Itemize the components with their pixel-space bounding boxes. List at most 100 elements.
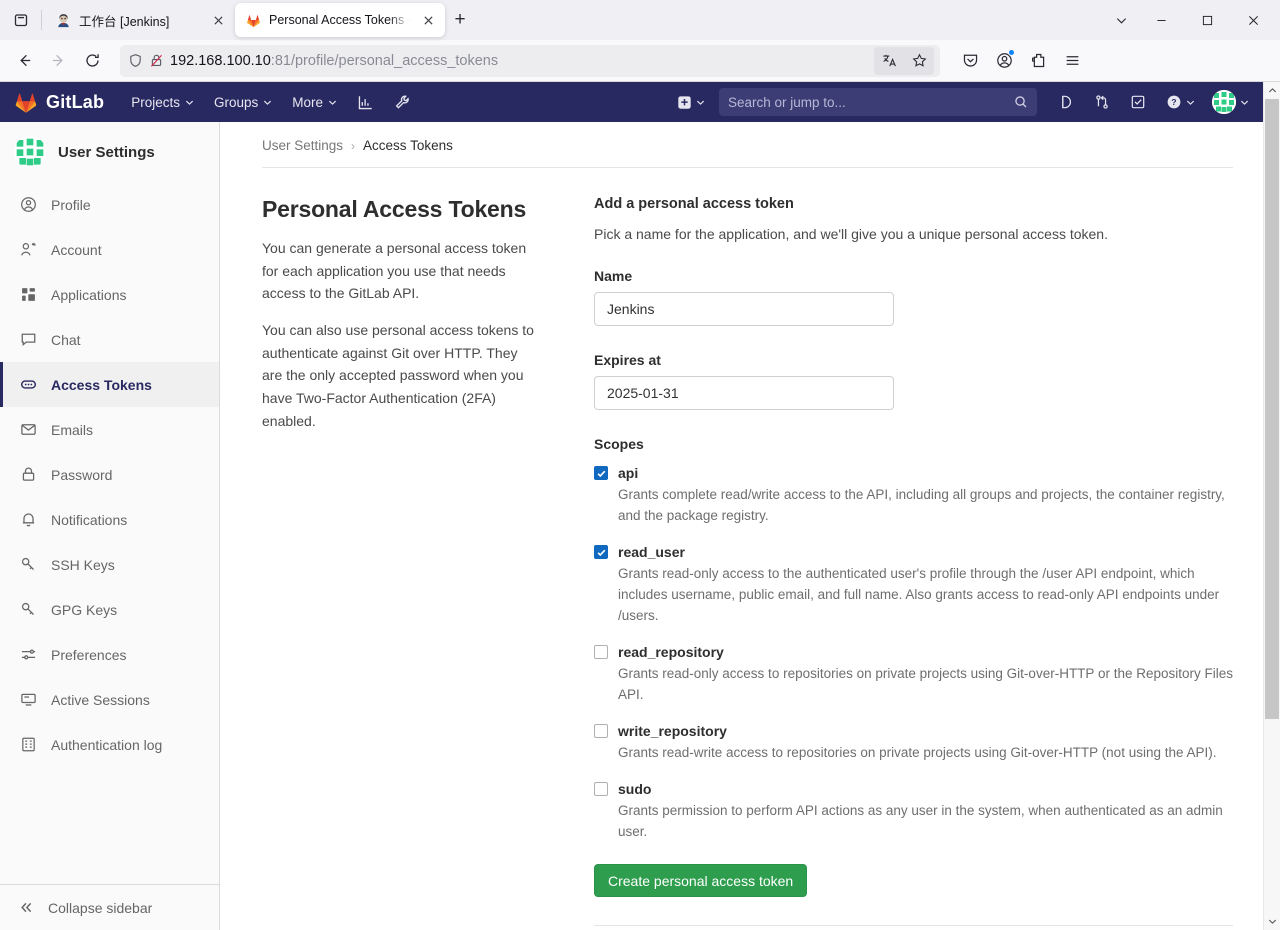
create-personal-access-token-button[interactable]: Create personal access token bbox=[594, 864, 807, 897]
scope-checkbox-api[interactable] bbox=[594, 466, 608, 480]
browser-window: 工作台 [Jenkins] Personal Access Tokens · U… bbox=[0, 0, 1280, 930]
sidebar-item-ssh-keys[interactable]: SSH Keys bbox=[0, 542, 219, 587]
sidebar-item-chat[interactable]: Chat bbox=[0, 317, 219, 362]
scrollbar-thumb[interactable] bbox=[1265, 99, 1279, 719]
gitlab-body: User Settings Profile bbox=[0, 122, 1263, 930]
reload-button[interactable] bbox=[76, 45, 108, 77]
sidebar-item-authentication-log[interactable]: Authentication log bbox=[0, 722, 219, 767]
new-dropdown-button[interactable] bbox=[669, 89, 713, 116]
nav-more[interactable]: More bbox=[283, 86, 346, 119]
collapse-sidebar-button[interactable]: Collapse sidebar bbox=[0, 884, 219, 930]
scroll-down-icon[interactable] bbox=[1264, 913, 1280, 930]
breadcrumb-current[interactable]: Access Tokens bbox=[363, 138, 453, 153]
scope-name: read_user bbox=[618, 544, 685, 560]
scope-checkbox-read-user[interactable] bbox=[594, 545, 608, 559]
tab-gitlab-access-tokens[interactable]: Personal Access Tokens · Use bbox=[235, 3, 445, 37]
gitlab-home-link[interactable]: GitLab bbox=[10, 90, 114, 114]
merge-requests-icon[interactable] bbox=[1085, 87, 1119, 117]
shield-icon[interactable] bbox=[128, 53, 143, 68]
url-text: 192.168.100.10:81/profile/personal_acces… bbox=[170, 53, 868, 69]
list-all-tabs-icon[interactable] bbox=[4, 3, 38, 37]
translate-icon[interactable] bbox=[875, 48, 903, 74]
breadcrumb-parent[interactable]: User Settings bbox=[262, 138, 343, 153]
back-button[interactable] bbox=[8, 45, 40, 77]
description-column: Personal Access Tokens You can generate … bbox=[262, 196, 534, 926]
address-bar[interactable]: 192.168.100.10:81/profile/personal_acces… bbox=[120, 45, 940, 77]
sidebar-item-password[interactable]: Password bbox=[0, 452, 219, 497]
gitlab-page: GitLab Projects Groups bbox=[0, 82, 1263, 930]
sidebar-item-access-tokens[interactable]: Access Tokens bbox=[0, 362, 219, 407]
name-input[interactable] bbox=[594, 292, 894, 326]
nav-projects[interactable]: Projects bbox=[122, 86, 203, 119]
scope-row[interactable]: read_user bbox=[594, 544, 1233, 560]
sidebar-item-label: Active Sessions bbox=[51, 692, 150, 708]
sidebar-item-profile[interactable]: Profile bbox=[0, 182, 219, 227]
token-icon bbox=[19, 376, 37, 394]
wrench-icon[interactable] bbox=[385, 87, 420, 118]
chevron-down-icon[interactable] bbox=[1104, 0, 1138, 40]
collapse-sidebar-label: Collapse sidebar bbox=[48, 900, 152, 916]
sidebar-title: User Settings bbox=[58, 144, 155, 161]
expires-at-label: Expires at bbox=[594, 352, 1233, 368]
sidebar-item-account[interactable]: Account bbox=[0, 227, 219, 272]
section-divider bbox=[594, 925, 1233, 926]
bell-icon bbox=[19, 511, 37, 529]
close-icon[interactable] bbox=[209, 11, 227, 29]
analytics-icon[interactable] bbox=[348, 87, 383, 118]
bookmark-star-icon[interactable] bbox=[905, 48, 933, 74]
scope-read-repository: read_repository Grants read-only access … bbox=[594, 644, 1233, 705]
nav-groups[interactable]: Groups bbox=[205, 86, 281, 119]
page-title: Personal Access Tokens bbox=[262, 196, 534, 223]
help-icon[interactable]: ? bbox=[1157, 87, 1204, 117]
jenkins-icon bbox=[55, 12, 71, 28]
scope-checkbox-sudo[interactable] bbox=[594, 782, 608, 796]
forward-button[interactable] bbox=[42, 45, 74, 77]
sidebar-item-emails[interactable]: Emails bbox=[0, 407, 219, 452]
sidebar-item-gpg-keys[interactable]: GPG Keys bbox=[0, 587, 219, 632]
scrollbar-track[interactable] bbox=[1264, 99, 1280, 913]
account-notification-dot bbox=[1008, 49, 1015, 56]
issues-icon[interactable] bbox=[1049, 87, 1083, 117]
sidebar-item-label: SSH Keys bbox=[51, 557, 115, 573]
main-content: User Settings › Access Tokens Personal A… bbox=[220, 122, 1263, 930]
sidebar-item-notifications[interactable]: Notifications bbox=[0, 497, 219, 542]
search-box[interactable] bbox=[719, 88, 1037, 116]
sidebar-item-label: Password bbox=[51, 467, 112, 483]
user-circle-icon bbox=[19, 196, 37, 214]
account-icon[interactable] bbox=[988, 45, 1020, 77]
scope-row[interactable]: sudo bbox=[594, 781, 1233, 797]
sidebar-item-label: Access Tokens bbox=[51, 377, 152, 393]
minimize-button[interactable] bbox=[1138, 0, 1184, 40]
scope-row[interactable]: write_repository bbox=[594, 723, 1233, 739]
close-window-button[interactable] bbox=[1230, 0, 1276, 40]
scope-checkbox-read-repository[interactable] bbox=[594, 645, 608, 659]
scroll-up-icon[interactable] bbox=[1264, 82, 1280, 99]
expires-at-input[interactable] bbox=[594, 376, 894, 410]
nav-projects-label: Projects bbox=[131, 95, 180, 110]
breadcrumb-separator: › bbox=[351, 139, 355, 153]
sidebar-item-applications[interactable]: Applications bbox=[0, 272, 219, 317]
insecure-lock-icon[interactable] bbox=[149, 53, 164, 68]
sidebar-item-preferences[interactable]: Preferences bbox=[0, 632, 219, 677]
scope-row[interactable]: read_repository bbox=[594, 644, 1233, 660]
key-icon bbox=[19, 556, 37, 574]
sidebar-item-active-sessions[interactable]: Active Sessions bbox=[0, 677, 219, 722]
page-scrollbar[interactable] bbox=[1263, 82, 1280, 930]
todos-icon[interactable] bbox=[1121, 87, 1155, 117]
new-tab-button[interactable]: + bbox=[445, 5, 475, 35]
maximize-button[interactable] bbox=[1184, 0, 1230, 40]
user-menu-button[interactable] bbox=[1206, 86, 1255, 118]
extensions-icon[interactable] bbox=[1022, 45, 1054, 77]
intro-paragraph-1: You can generate a personal access token… bbox=[262, 237, 534, 305]
token-form-column: Add a personal access token Pick a name … bbox=[594, 196, 1233, 926]
form-heading: Add a personal access token bbox=[594, 196, 1233, 212]
search-input[interactable] bbox=[728, 95, 1008, 110]
tab-jenkins[interactable]: 工作台 [Jenkins] bbox=[45, 3, 235, 37]
sidebar-item-label: Emails bbox=[51, 422, 93, 438]
scope-row[interactable]: api bbox=[594, 465, 1233, 481]
close-icon[interactable] bbox=[419, 11, 437, 29]
search-icon[interactable] bbox=[1014, 95, 1028, 109]
pocket-icon[interactable] bbox=[954, 45, 986, 77]
scope-checkbox-write-repository[interactable] bbox=[594, 724, 608, 738]
app-menu-icon[interactable] bbox=[1056, 45, 1088, 77]
